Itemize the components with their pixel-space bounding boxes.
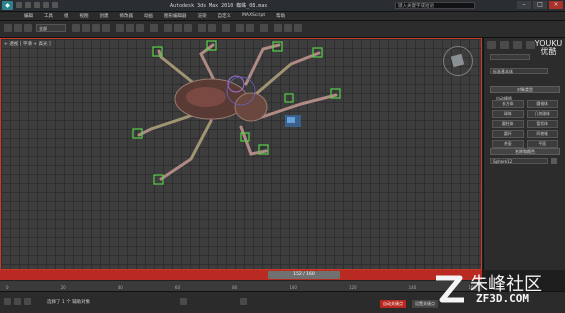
add-time-tag-icon[interactable] (240, 298, 247, 305)
tube-button[interactable]: 管状体 (526, 120, 558, 128)
unlink-icon[interactable] (24, 24, 32, 32)
quick-render-icon[interactable] (294, 24, 302, 32)
menu-group[interactable]: 组 (64, 13, 69, 19)
curve-editor-icon[interactable] (236, 24, 244, 32)
primitive-type-dropdown[interactable]: 标准基本体 (490, 68, 548, 74)
select-object-icon[interactable] (72, 24, 80, 32)
torus-button[interactable]: 圆环 (492, 130, 524, 138)
app-logo-icon[interactable]: ◆ (2, 1, 13, 10)
window-controls: – □ × (517, 1, 563, 9)
youku-watermark: YOUKU 优酷 (534, 39, 563, 56)
geosphere-button[interactable]: 几何球体 (526, 110, 558, 118)
viewcube[interactable] (443, 46, 473, 76)
minimize-icon[interactable]: – (517, 1, 531, 9)
align-icon[interactable] (208, 24, 216, 32)
menu-create[interactable]: 创建 (100, 13, 109, 19)
command-panel-tabs (487, 41, 535, 49)
box-button[interactable]: 长方体 (492, 100, 524, 108)
name-color-rollout[interactable]: 名称和颜色 (490, 148, 560, 155)
hierarchy-tab-icon[interactable] (513, 41, 522, 49)
schematic-view-icon[interactable] (246, 24, 254, 32)
zf3d-logo-icon (436, 275, 464, 303)
mirror-icon[interactable] (198, 24, 206, 32)
grid-icon[interactable] (180, 298, 187, 305)
scale-icon[interactable] (136, 24, 144, 32)
render-setup-icon[interactable] (274, 24, 282, 32)
pyramid-button[interactable]: 四棱锥 (526, 130, 558, 138)
perspective-viewport[interactable]: + 透视 [ 平滑 + 高光 ] (0, 38, 482, 270)
cylinder-button[interactable]: 圆柱体 (492, 120, 524, 128)
region-select-icon[interactable] (92, 24, 100, 32)
auto-key-button[interactable]: 自动关键点 (380, 300, 406, 308)
material-editor-icon[interactable] (260, 24, 268, 32)
selection-filter-dropdown[interactable]: 全部 (36, 24, 66, 32)
redo-icon[interactable] (52, 2, 58, 8)
menu-bar: 编辑 工具 组 视图 创建 修改器 动画 图形编辑器 渲染 自定义 MAXScr… (0, 12, 565, 21)
plane-button[interactable]: 平面 (526, 140, 558, 148)
brand-name-en: ZF3D.COM (476, 292, 529, 305)
selection-lock-icon[interactable] (14, 298, 21, 305)
command-panel: 标准基本体 对象类型 自动栅格 长方体 圆锥体 球体 几何球体 圆柱体 管状体 … (483, 38, 565, 270)
layer-manager-icon[interactable] (222, 24, 230, 32)
menu-animation[interactable]: 动画 (144, 13, 153, 19)
snap-toggle-icon[interactable] (164, 24, 172, 32)
rotate-icon[interactable] (126, 24, 134, 32)
angle-snap-icon[interactable] (174, 24, 182, 32)
menu-modifiers[interactable]: 修改器 (120, 13, 134, 19)
menu-views[interactable]: 视图 (80, 13, 89, 19)
object-color-swatch[interactable] (551, 158, 557, 164)
search-input[interactable]: 键入关键字或短语 (395, 2, 475, 9)
main-toolbar: 全部 (0, 21, 565, 38)
pivot-icon[interactable] (150, 24, 158, 32)
object-name-field[interactable]: Sphere12 (490, 158, 548, 164)
time-slider-bar[interactable]: 152 / 160 (0, 270, 482, 280)
cone-button[interactable]: 圆锥体 (526, 100, 558, 108)
save-file-icon[interactable] (34, 2, 40, 8)
menu-rendering[interactable]: 渲染 (198, 13, 207, 19)
menu-graph-editors[interactable]: 图形编辑器 (164, 13, 187, 19)
undo-icon[interactable] (43, 2, 49, 8)
time-slider-handle[interactable]: 152 / 160 (268, 271, 340, 279)
menu-tools[interactable]: 工具 (44, 13, 53, 19)
status-message: 选择了 1 个 辅助对象 (47, 300, 91, 305)
open-file-icon[interactable] (25, 2, 31, 8)
new-file-icon[interactable] (16, 2, 22, 8)
render-frame-icon[interactable] (284, 24, 292, 32)
maxscript-listener-icon[interactable] (4, 298, 11, 305)
absolute-mode-icon[interactable] (24, 298, 31, 305)
percent-snap-icon[interactable] (184, 24, 192, 32)
window-title: Autodesk 3ds Max 2010 蜘蛛_08.max (170, 3, 268, 9)
teapot-button[interactable]: 茶壶 (492, 140, 524, 148)
close-icon[interactable]: × (549, 1, 563, 9)
create-category-icons[interactable] (490, 54, 530, 60)
sphere-button[interactable]: 球体 (492, 110, 524, 118)
modify-tab-icon[interactable] (500, 41, 509, 49)
menu-edit[interactable]: 编辑 (24, 13, 33, 19)
object-type-buttons: 长方体 圆锥体 球体 几何球体 圆柱体 管状体 圆环 四棱锥 茶壶 平面 (492, 100, 558, 148)
move-icon[interactable] (116, 24, 124, 32)
quick-access-toolbar (16, 2, 58, 9)
select-by-name-icon[interactable] (82, 24, 90, 32)
title-bar: ◆ Autodesk 3ds Max 2010 蜘蛛_08.max 键入关键字或… (0, 0, 565, 12)
undo-tool-icon[interactable] (4, 24, 12, 32)
link-icon[interactable] (14, 24, 22, 32)
object-type-rollout[interactable]: 对象类型 (490, 86, 560, 93)
menu-customize[interactable]: 自定义 (218, 13, 232, 19)
create-tab-icon[interactable] (487, 41, 496, 49)
viewcube-face[interactable] (450, 53, 465, 68)
window-crossing-icon[interactable] (102, 24, 110, 32)
brand-watermark: 朱峰社区 ZF3D.COM (430, 268, 565, 312)
maximize-icon[interactable]: □ (533, 1, 547, 9)
menu-maxscript[interactable]: MAXScript (242, 13, 265, 19)
menu-help[interactable]: 帮助 (276, 13, 285, 19)
spider-model[interactable] (1, 39, 481, 269)
